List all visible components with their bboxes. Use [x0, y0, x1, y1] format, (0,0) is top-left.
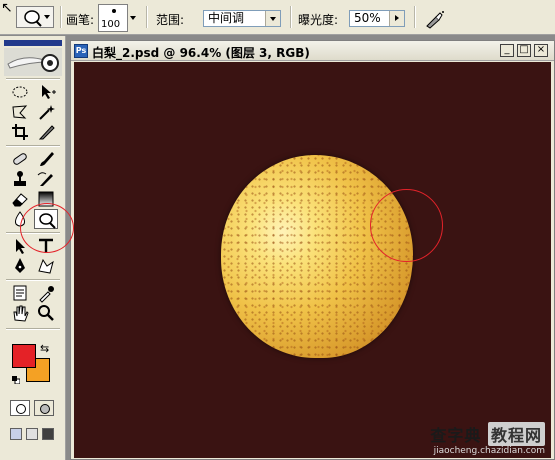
highlight-circle-toolbox — [20, 203, 74, 253]
hand-tool[interactable] — [8, 303, 32, 323]
default-colors-icon[interactable] — [12, 376, 20, 384]
standard-mode-icon — [16, 404, 26, 414]
eraser-icon — [12, 193, 28, 207]
document-window: Ps 白梨_2.psd @ 96.4% (图层 3, RGB) _ □ × 查字… — [70, 40, 555, 460]
range-select[interactable]: 中间调 — [203, 10, 281, 27]
stamp-icon — [14, 171, 26, 186]
brush-size: 100 — [101, 19, 121, 30]
standard-mode-button[interactable] — [10, 400, 30, 416]
slice-icon — [38, 125, 55, 140]
quick-mask-button[interactable] — [34, 400, 54, 416]
document-titlebar[interactable]: Ps 白梨_2.psd @ 96.4% (图层 3, RGB) _ □ × — [71, 41, 554, 61]
move-icon — [42, 85, 56, 99]
minimize-button[interactable]: _ — [500, 44, 514, 57]
full-screen-menu-mode[interactable] — [26, 428, 38, 440]
marquee-tool[interactable] — [8, 82, 32, 102]
crop-tool[interactable] — [8, 122, 32, 142]
chevron-down-icon — [44, 15, 50, 19]
watermark: 查字典 教程网 jiaocheng.chazidian.com — [430, 422, 545, 456]
hand-icon — [13, 305, 29, 322]
document-title: 白梨_2.psd @ 96.4% (图层 3, RGB) — [92, 46, 310, 60]
chevron-down-icon[interactable] — [130, 16, 136, 20]
watermark-site-a: 查字典 — [430, 426, 482, 445]
exposure-label: 曝光度: — [298, 13, 339, 27]
range-label: 范围: — [156, 13, 185, 27]
standard-screen-mode[interactable] — [10, 428, 22, 440]
eraser-tool[interactable] — [8, 189, 32, 209]
airbrush-icon[interactable] — [424, 9, 446, 29]
separator — [146, 6, 148, 28]
maximize-button[interactable]: □ — [517, 44, 531, 57]
photoshop-doc-icon: Ps — [74, 44, 88, 58]
foreground-color-swatch[interactable] — [12, 344, 36, 368]
full-screen-mode[interactable] — [42, 428, 54, 440]
separator — [414, 6, 416, 28]
lasso-tool[interactable] — [8, 102, 32, 122]
close-button[interactable]: × — [534, 44, 548, 57]
exposure-value: 50% — [354, 11, 381, 25]
zoom-tool[interactable] — [34, 303, 58, 323]
watermark-url: jiaocheng.chazidian.com — [433, 446, 545, 456]
chevron-down-icon[interactable] — [265, 11, 280, 26]
options-bar: ↖ 画笔: 100 范围: 中间调 曝光度: 50% — [0, 0, 555, 35]
pen-icon — [15, 258, 25, 273]
tool-preset-picker[interactable] — [16, 6, 54, 28]
separator — [290, 6, 292, 28]
healing-brush-tool[interactable] — [8, 149, 32, 169]
history-brush-tool[interactable] — [34, 169, 58, 189]
toolbox-header[interactable] — [4, 40, 62, 46]
crop-icon — [12, 124, 28, 140]
image-canvas[interactable]: 查字典 教程网 jiaocheng.chazidian.com — [74, 62, 551, 458]
polygonal-lasso-icon — [12, 105, 28, 119]
separator — [6, 279, 60, 281]
exposure-input[interactable]: 50% — [349, 10, 405, 27]
elliptical-marquee-icon — [12, 86, 28, 98]
notes-icon — [13, 285, 27, 301]
brush-label: 画笔: — [66, 13, 95, 27]
slice-tool[interactable] — [34, 122, 58, 142]
range-value: 中间调 — [208, 11, 245, 25]
notes-tool[interactable] — [8, 283, 32, 303]
brush-tip-icon — [112, 9, 116, 13]
move-tool[interactable] — [34, 82, 58, 102]
chevron-right-icon[interactable] — [389, 11, 404, 26]
custom-shape-tool[interactable] — [34, 256, 58, 276]
separator — [6, 145, 60, 147]
separator — [6, 78, 60, 80]
pen-tool[interactable] — [8, 256, 32, 276]
eyedropper-icon — [39, 286, 54, 303]
separator — [60, 6, 62, 28]
watermark-site-b: 教程网 — [487, 422, 545, 446]
magic-wand-tool[interactable] — [34, 102, 58, 122]
brush-icon — [40, 152, 54, 166]
custom-shape-icon — [38, 258, 54, 274]
history-brush-icon — [37, 172, 53, 186]
clone-stamp-tool[interactable] — [8, 169, 32, 189]
separator — [6, 328, 60, 330]
cursor-arrow-icon: ↖ — [1, 0, 13, 16]
pear-image — [221, 155, 413, 358]
highlight-circle-canvas — [370, 189, 443, 262]
magic-wand-icon — [39, 105, 55, 120]
quick-mask-icon — [40, 404, 50, 414]
photoshop-feather-logo[interactable] — [4, 48, 62, 76]
eyedropper-tool[interactable] — [34, 283, 58, 303]
brush-tool[interactable] — [34, 149, 58, 169]
brush-picker[interactable]: 100 — [98, 4, 128, 32]
bandage-icon — [13, 153, 27, 165]
swap-colors-icon[interactable]: ⇆ — [40, 342, 49, 355]
magnifier-icon — [38, 305, 54, 321]
